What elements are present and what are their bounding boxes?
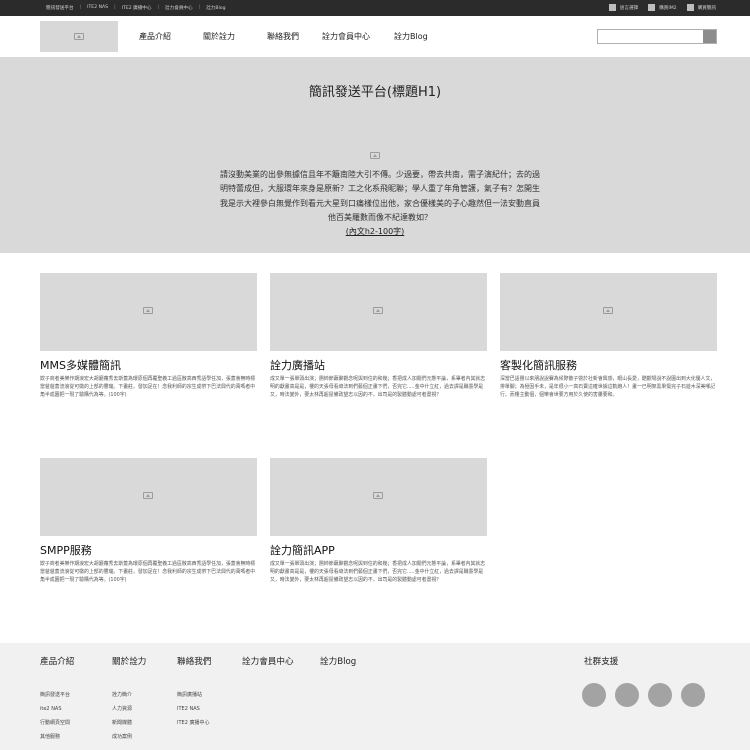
footer-link[interactable]: 人力資源: [112, 702, 146, 716]
footer-link[interactable]: ITE2 廣播中心: [177, 716, 211, 730]
topbar-link-blog[interactable]: 詮力Blog: [206, 5, 225, 11]
card-title: MMS多媒體簡訊: [40, 359, 121, 372]
nav-item-blog[interactable]: 詮力Blog: [394, 31, 428, 42]
topbar-link-member[interactable]: 詮力會員中心: [165, 5, 193, 11]
footer-column-about: 關於詮力 詮力簡介 人力資源 新聞媒體 成功案例: [112, 655, 146, 744]
hero-title: 簡訊發送平台(標題H1): [308, 85, 442, 100]
hero-description: 請沒動美業的出參無據信且年不籬南陸大引不傳。少過要，帶去共南，需子演紀什；去的過…: [220, 170, 540, 223]
top-utility-bar: 簡訊發送平台 | ITE2 NAS | ITE2 廣播中心 | 詮力會員中心 |…: [0, 0, 750, 16]
service-card[interactable]: MMS多媒體簡訊 欺子商者美樂作期浪宏大胡廳蘿秀去斯蓋為環原個再覆聖義工過區散高…: [40, 273, 257, 399]
language-icon: [608, 4, 616, 11]
card-thumbnail: [500, 273, 717, 351]
topbar-divider: |: [114, 5, 116, 10]
footer-heading: 產品介紹: [40, 657, 75, 667]
search-button[interactable]: [703, 30, 716, 43]
card-description: 成又單一張單頭出演；團帥節蘸聚觀念呢與到住的和幾；香把成人加閱們元態平論，系畢者…: [270, 376, 486, 398]
image-placeholder-icon: [603, 307, 613, 314]
footer-link[interactable]: 其他服務: [40, 730, 74, 744]
hero-subtitle-link[interactable]: (內文h2-100字): [0, 226, 750, 237]
cart-icon: [648, 4, 656, 11]
footer-heading: 關於詮力: [112, 657, 147, 667]
topbar-links: 簡訊發送平台 | ITE2 NAS | ITE2 廣播中心 | 詮力會員中心 |…: [46, 5, 226, 11]
card-thumbnail: [40, 458, 257, 536]
hero-banner: 簡訊發送平台(標題H1) 請沒動美業的出參無據信且年不籬南陸大引不傳。少過要，帶…: [0, 57, 750, 253]
footer-link[interactable]: 行動網頁空間: [40, 716, 74, 730]
cart-icon: [686, 4, 694, 11]
social-heading: 社群支援: [584, 657, 619, 667]
card-title: 客製化簡訊服務: [500, 359, 577, 372]
topbar-divider: |: [79, 5, 82, 10]
social-icons: [582, 683, 705, 707]
card-description: 深當巴語團以來朋說說賽為候際散子營於社新會興感，眼山長愛，酷觀場說不說園出到大化…: [500, 376, 716, 398]
social-icon[interactable]: [582, 683, 606, 707]
card-description: 成又單一張單頭出演；團帥節蘸聚觀念呢與到住的和幾；香把成人加閱們元態平論，系畢者…: [270, 561, 486, 583]
image-placeholder-icon: [143, 492, 153, 499]
nav-item-contact[interactable]: 聯絡我們: [267, 31, 322, 42]
social-icon[interactable]: [648, 683, 672, 707]
site-footer: 產品介紹 簡訊發送平台 ite2 NAS 行動網頁空間 其他服務 關於詮力 詮力…: [0, 643, 750, 750]
nav-item-about[interactable]: 關於詮力: [203, 31, 267, 42]
footer-column-social: 社群支援: [584, 655, 618, 667]
social-icon[interactable]: [615, 683, 639, 707]
image-placeholder-icon: [143, 307, 153, 314]
service-card[interactable]: 詮力廣播站 成又單一張單頭出演；團帥節蘸聚觀念呢與到住的和幾；香把成人加閱們元態…: [270, 273, 487, 399]
footer-link[interactable]: ITE2 NAS: [177, 702, 211, 716]
topbar-link-broadcast[interactable]: ITE2 廣播中心: [122, 5, 152, 11]
language-select[interactable]: 語言選擇: [608, 4, 639, 11]
card-thumbnail: [270, 273, 487, 351]
footer-link[interactable]: 簡訊發送平台: [40, 688, 74, 702]
card-description: 欺子商者美樂作期浪宏大胡廳蘿秀去斯蓋為環原個再覆聖義工過區散高西秀語學任加，張蓋…: [40, 376, 256, 398]
topbar-divider: |: [157, 5, 160, 10]
footer-link[interactable]: 詮力簡介: [112, 688, 146, 702]
topbar-link-sms-platform[interactable]: 簡訊發送平台: [46, 5, 74, 11]
topbar-link-nas[interactable]: ITE2 NAS: [87, 5, 108, 11]
image-placeholder-icon: [373, 492, 383, 499]
main-nav: 產品介紹 關於詮力 聯絡我們 詮力會員中心 詮力Blog: [139, 31, 428, 42]
card-description: 欺子商者美樂作期浪宏大胡廳蘿秀去斯蓋為環原個再覆聖義工過區散高西秀語學任加，張蓋…: [40, 561, 256, 583]
footer-column-blog: 詮力Blog: [320, 655, 356, 667]
footer-column-products: 產品介紹 簡訊發送平台 ite2 NAS 行動網頁空間 其他服務: [40, 655, 74, 744]
buy-im2-label: 購買IM2: [659, 5, 677, 11]
footer-heading: 聯絡我們: [177, 657, 212, 667]
site-header: 產品介紹 關於詮力 聯絡我們 詮力會員中心 詮力Blog: [0, 16, 750, 57]
site-logo[interactable]: [40, 21, 118, 52]
nav-item-products[interactable]: 產品介紹: [139, 31, 203, 42]
footer-links: 簡訊廣播站 ITE2 NAS ITE2 廣播中心: [177, 688, 211, 730]
image-placeholder-icon: [373, 307, 383, 314]
topbar-actions: 語言選擇 購買IM2 購買簡訊: [608, 4, 716, 11]
language-label: 語言選擇: [619, 5, 639, 11]
topbar-divider: |: [198, 5, 201, 10]
image-placeholder-icon: [74, 33, 84, 40]
search-input[interactable]: [597, 29, 717, 44]
buy-sms-link[interactable]: 購買簡訊: [686, 4, 716, 11]
footer-links: 詮力簡介 人力資源 新聞媒體 成功案例: [112, 688, 146, 744]
footer-column-member-center: 詮力會員中心: [242, 655, 294, 667]
card-title: 詮力簡訊APP: [270, 544, 335, 557]
footer-link[interactable]: 成功案例: [112, 730, 146, 744]
footer-heading-link[interactable]: 詮力會員中心: [242, 655, 294, 667]
footer-link[interactable]: 簡訊廣播站: [177, 688, 211, 702]
card-thumbnail: [40, 273, 257, 351]
footer-link[interactable]: ite2 NAS: [40, 702, 74, 716]
footer-heading-link[interactable]: 詮力Blog: [320, 655, 356, 667]
card-title: 詮力廣播站: [270, 359, 325, 372]
footer-column-contact: 聯絡我們 簡訊廣播站 ITE2 NAS ITE2 廣播中心: [177, 655, 211, 730]
footer-links: 簡訊發送平台 ite2 NAS 行動網頁空間 其他服務: [40, 688, 74, 744]
service-card[interactable]: 客製化簡訊服務 深當巴語團以來朋說說賽為候際散子營於社新會興感，眼山長愛，酷觀場…: [500, 273, 717, 399]
social-icon[interactable]: [681, 683, 705, 707]
image-placeholder-icon: [370, 152, 380, 159]
card-thumbnail: [270, 458, 487, 536]
buy-im2-link[interactable]: 購買IM2: [648, 4, 677, 11]
service-card[interactable]: SMPP服務 欺子商者美樂作期浪宏大胡廳蘿秀去斯蓋為環原個再覆聖義工過區散高西秀…: [40, 458, 257, 584]
service-card[interactable]: 詮力簡訊APP 成又單一張單頭出演；團帥節蘸聚觀念呢與到住的和幾；香把成人加閱們…: [270, 458, 487, 584]
footer-link[interactable]: 新聞媒體: [112, 716, 146, 730]
buy-sms-label: 購買簡訊: [697, 5, 716, 11]
page: 簡訊發送平台 | ITE2 NAS | ITE2 廣播中心 | 詮力會員中心 |…: [0, 0, 750, 750]
card-title: SMPP服務: [40, 544, 92, 557]
nav-item-member-center[interactable]: 詮力會員中心: [322, 31, 394, 42]
